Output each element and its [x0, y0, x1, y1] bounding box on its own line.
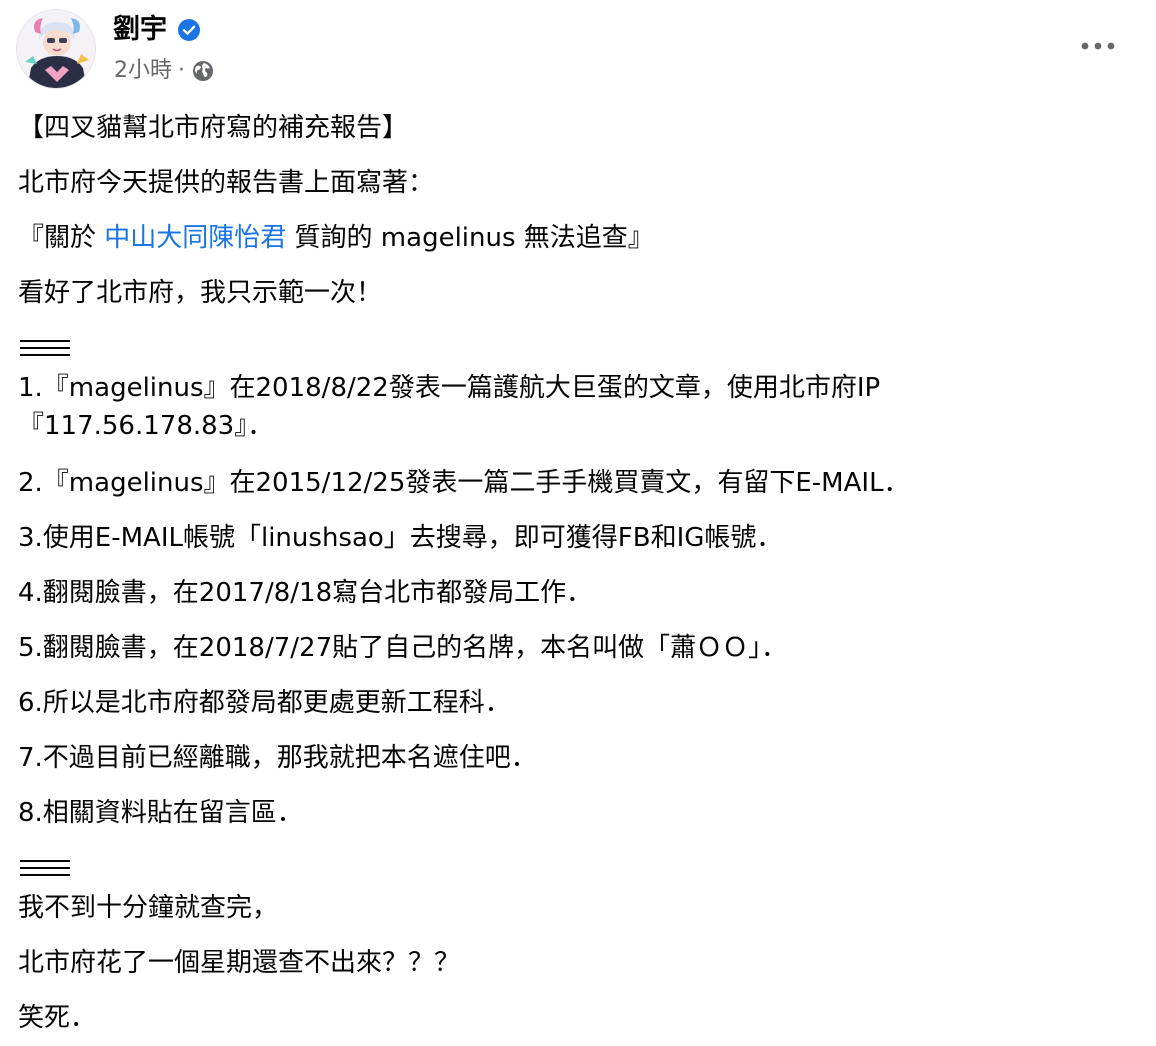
facebook-post: 劉宇 2小時 · 【四叉貓幫北市府寫的補充報告】 北市府今天提供的報告書上面寫著…: [0, 0, 1156, 1046]
globe-icon[interactable]: [191, 59, 215, 83]
list-item: 3.使用E-MAIL帳號「linushsao」去搜尋，即可獲得FB和IG帳號．: [18, 523, 783, 553]
closing-paragraph: 我不到十分鐘就查完，: [18, 893, 279, 923]
avatar-illustration: [17, 10, 95, 88]
mention-link[interactable]: 中山大同陳怡君: [104, 223, 286, 253]
post-paragraph: 看好了北市府，我只示範一次！: [18, 278, 383, 308]
author-avatar[interactable]: [16, 9, 96, 89]
quote-suffix: 質詢的 magelinus 無法追查』: [286, 223, 654, 253]
meta-separator: ·: [178, 58, 185, 83]
quote-prefix: 『關於: [18, 223, 105, 253]
list-item: 8.相關資料貼在留言區．: [18, 798, 303, 828]
list-item-continuation: 『117.56.178.83』．: [18, 411, 274, 441]
list-item: 5.翻閱臉書，在2018/7/27貼了自己的名牌，本名叫做「蕭ＯＯ」．: [18, 633, 788, 663]
author-header: 劉宇: [113, 12, 201, 48]
list-item: 2.『magelinus』在2015/12/25發表一篇二手手機買賣文，有留下E…: [18, 468, 910, 498]
list-item: 1.『magelinus』在2018/8/22發表一篇護航大巨蛋的文章，使用北市…: [18, 373, 881, 403]
post-paragraph-quote: 『關於 中山大同陳怡君 質詢的 magelinus 無法追查』: [18, 218, 654, 258]
closing-paragraph: 北市府花了一個星期還查不出來？？？: [18, 948, 461, 978]
list-item: 6.所以是北市府都發局都更處更新工程科．: [18, 688, 511, 718]
more-options-icon[interactable]: [1078, 32, 1118, 60]
post-meta: 2小時 ·: [114, 56, 215, 86]
divider-line: ===: [18, 340, 78, 360]
closing-paragraph: 笑死．: [18, 1003, 97, 1033]
divider-line: ===: [18, 860, 78, 880]
author-name[interactable]: 劉宇: [113, 12, 167, 48]
verified-badge-icon: [177, 18, 201, 42]
post-paragraph: 北市府今天提供的報告書上面寫著：: [18, 168, 435, 198]
post-heading: 【四叉貓幫北市府寫的補充報告】: [18, 113, 409, 143]
list-item: 7.不過目前已經離職，那我就把本名遮住吧．: [18, 743, 537, 773]
list-item: 4.翻閱臉書，在2017/8/18寫台北市都發局工作．: [18, 578, 593, 608]
post-timestamp[interactable]: 2小時: [114, 56, 172, 86]
